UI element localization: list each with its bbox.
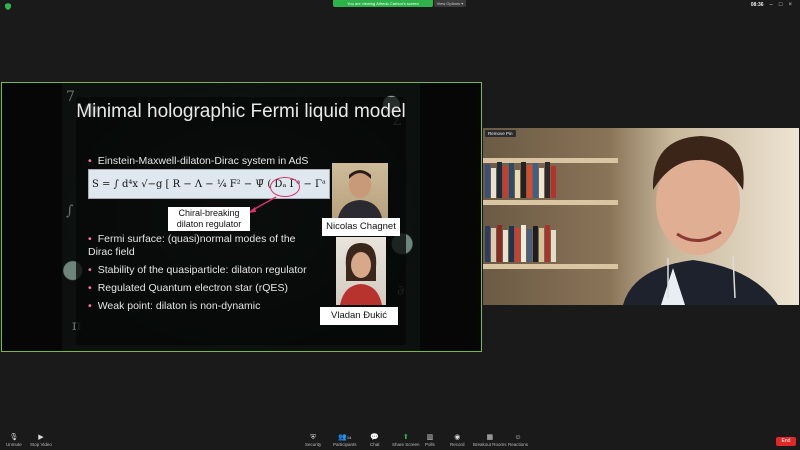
slide-bullet: Regulated Quantum electron star (rQES) [88,282,328,295]
share-screen-icon: ⬆ [402,434,409,441]
minimize-icon[interactable]: – [770,2,773,8]
slide-bullet: Einstein-Maxwell-dilaton-Dirac system in… [88,155,328,168]
polls-button[interactable]: ▥ Polls [425,434,435,447]
participants-count: 14 [346,435,352,440]
participant-person-icon [623,136,778,305]
unmute-label: Unmute [6,442,22,447]
zoom-security-shield-icon [5,3,11,10]
security-label: Security [305,442,322,447]
record-label: Record [450,442,465,447]
close-icon[interactable]: × [788,2,792,8]
remove-pin-button[interactable]: Remove Pin [485,130,516,137]
dilaton-callout: Chiral-breaking dilaton regulator [168,207,250,231]
person-silhouette-icon [338,170,382,218]
participant-video[interactable]: Remove Pin [483,128,799,305]
polls-label: Polls [425,442,435,447]
name-label-nicolas: Nicolas Chagnet [322,218,400,236]
window-controls: 08:36 – □ × [751,2,792,8]
books-row [485,160,556,198]
record-icon: ◉ [454,434,461,441]
slide-bullet: Fermi surface: (quasi)normal modes of th… [88,233,320,259]
photo-nicolas [332,163,388,218]
meeting-toolbar: 🎙 Unmute ▶ Stop Video ⛨ Security 👥14 Par… [0,432,800,450]
participants-label: Participants [333,442,357,447]
reactions-label: Reactions [508,442,529,447]
view-options-button[interactable]: View Options ▾ [434,0,466,7]
slide-title: Minimal holographic Fermi liquid model [76,101,406,122]
slide-bullet: Weak point: dilaton is non-dynamic [88,300,328,313]
chat-icon: 💬 [370,434,380,441]
share-screen-button[interactable]: ⬆ Share Screen [392,434,420,447]
equation-highlight-circle [270,177,300,197]
unmute-button[interactable]: 🎙 Unmute [6,434,22,447]
person-silhouette-icon [340,243,382,305]
end-meeting-button[interactable]: End [776,437,796,446]
slide-bullet: Stability of the quasiparticle: dilaton … [88,264,328,277]
stop-video-button[interactable]: ▶ Stop Video [30,434,52,447]
slide-decoration: ∫ [66,203,74,219]
video-icon: ▶ [38,434,44,441]
books-row [485,224,556,262]
name-label-vladan: Vladan Đukić [320,307,398,325]
breakout-rooms-button[interactable]: ▦ Breakout Rooms [473,434,507,447]
shield-icon: ⛨ [310,434,316,441]
callout-arrow-icon [248,196,277,213]
shared-screen[interactable]: 7 Σ ∫ ∂ π Minimal holographic Fermi liqu… [1,82,482,352]
record-button[interactable]: ◉ Record [450,434,465,447]
stop-video-label: Stop Video [30,442,52,447]
reactions-icon: ☺ [514,434,522,441]
participants-icon: 👥14 [338,434,352,441]
mic-muted-icon: 🎙 [9,434,19,441]
share-screen-label: Share Screen [392,442,420,447]
chat-button[interactable]: 💬 Chat [370,434,380,447]
polls-icon: ▥ [426,434,434,441]
breakout-rooms-label: Breakout Rooms [473,442,507,447]
participants-button[interactable]: 👥14 Participants [333,434,357,447]
security-button[interactable]: ⛨ Security [305,434,321,447]
clock-time: 08:36 [750,2,764,8]
breakout-icon: ▦ [486,434,494,441]
presentation-slide: 7 Σ ∫ ∂ π Minimal holographic Fermi liqu… [62,83,420,351]
photo-vladan [336,237,386,305]
reactions-button[interactable]: ☺ Reactions [508,434,528,447]
chat-label: Chat [370,442,380,447]
screen-share-banner: You are viewing Alfredo Carbon's screen [333,0,433,7]
slide-decoration: 7 [66,89,75,105]
maximize-icon[interactable]: □ [779,2,783,8]
